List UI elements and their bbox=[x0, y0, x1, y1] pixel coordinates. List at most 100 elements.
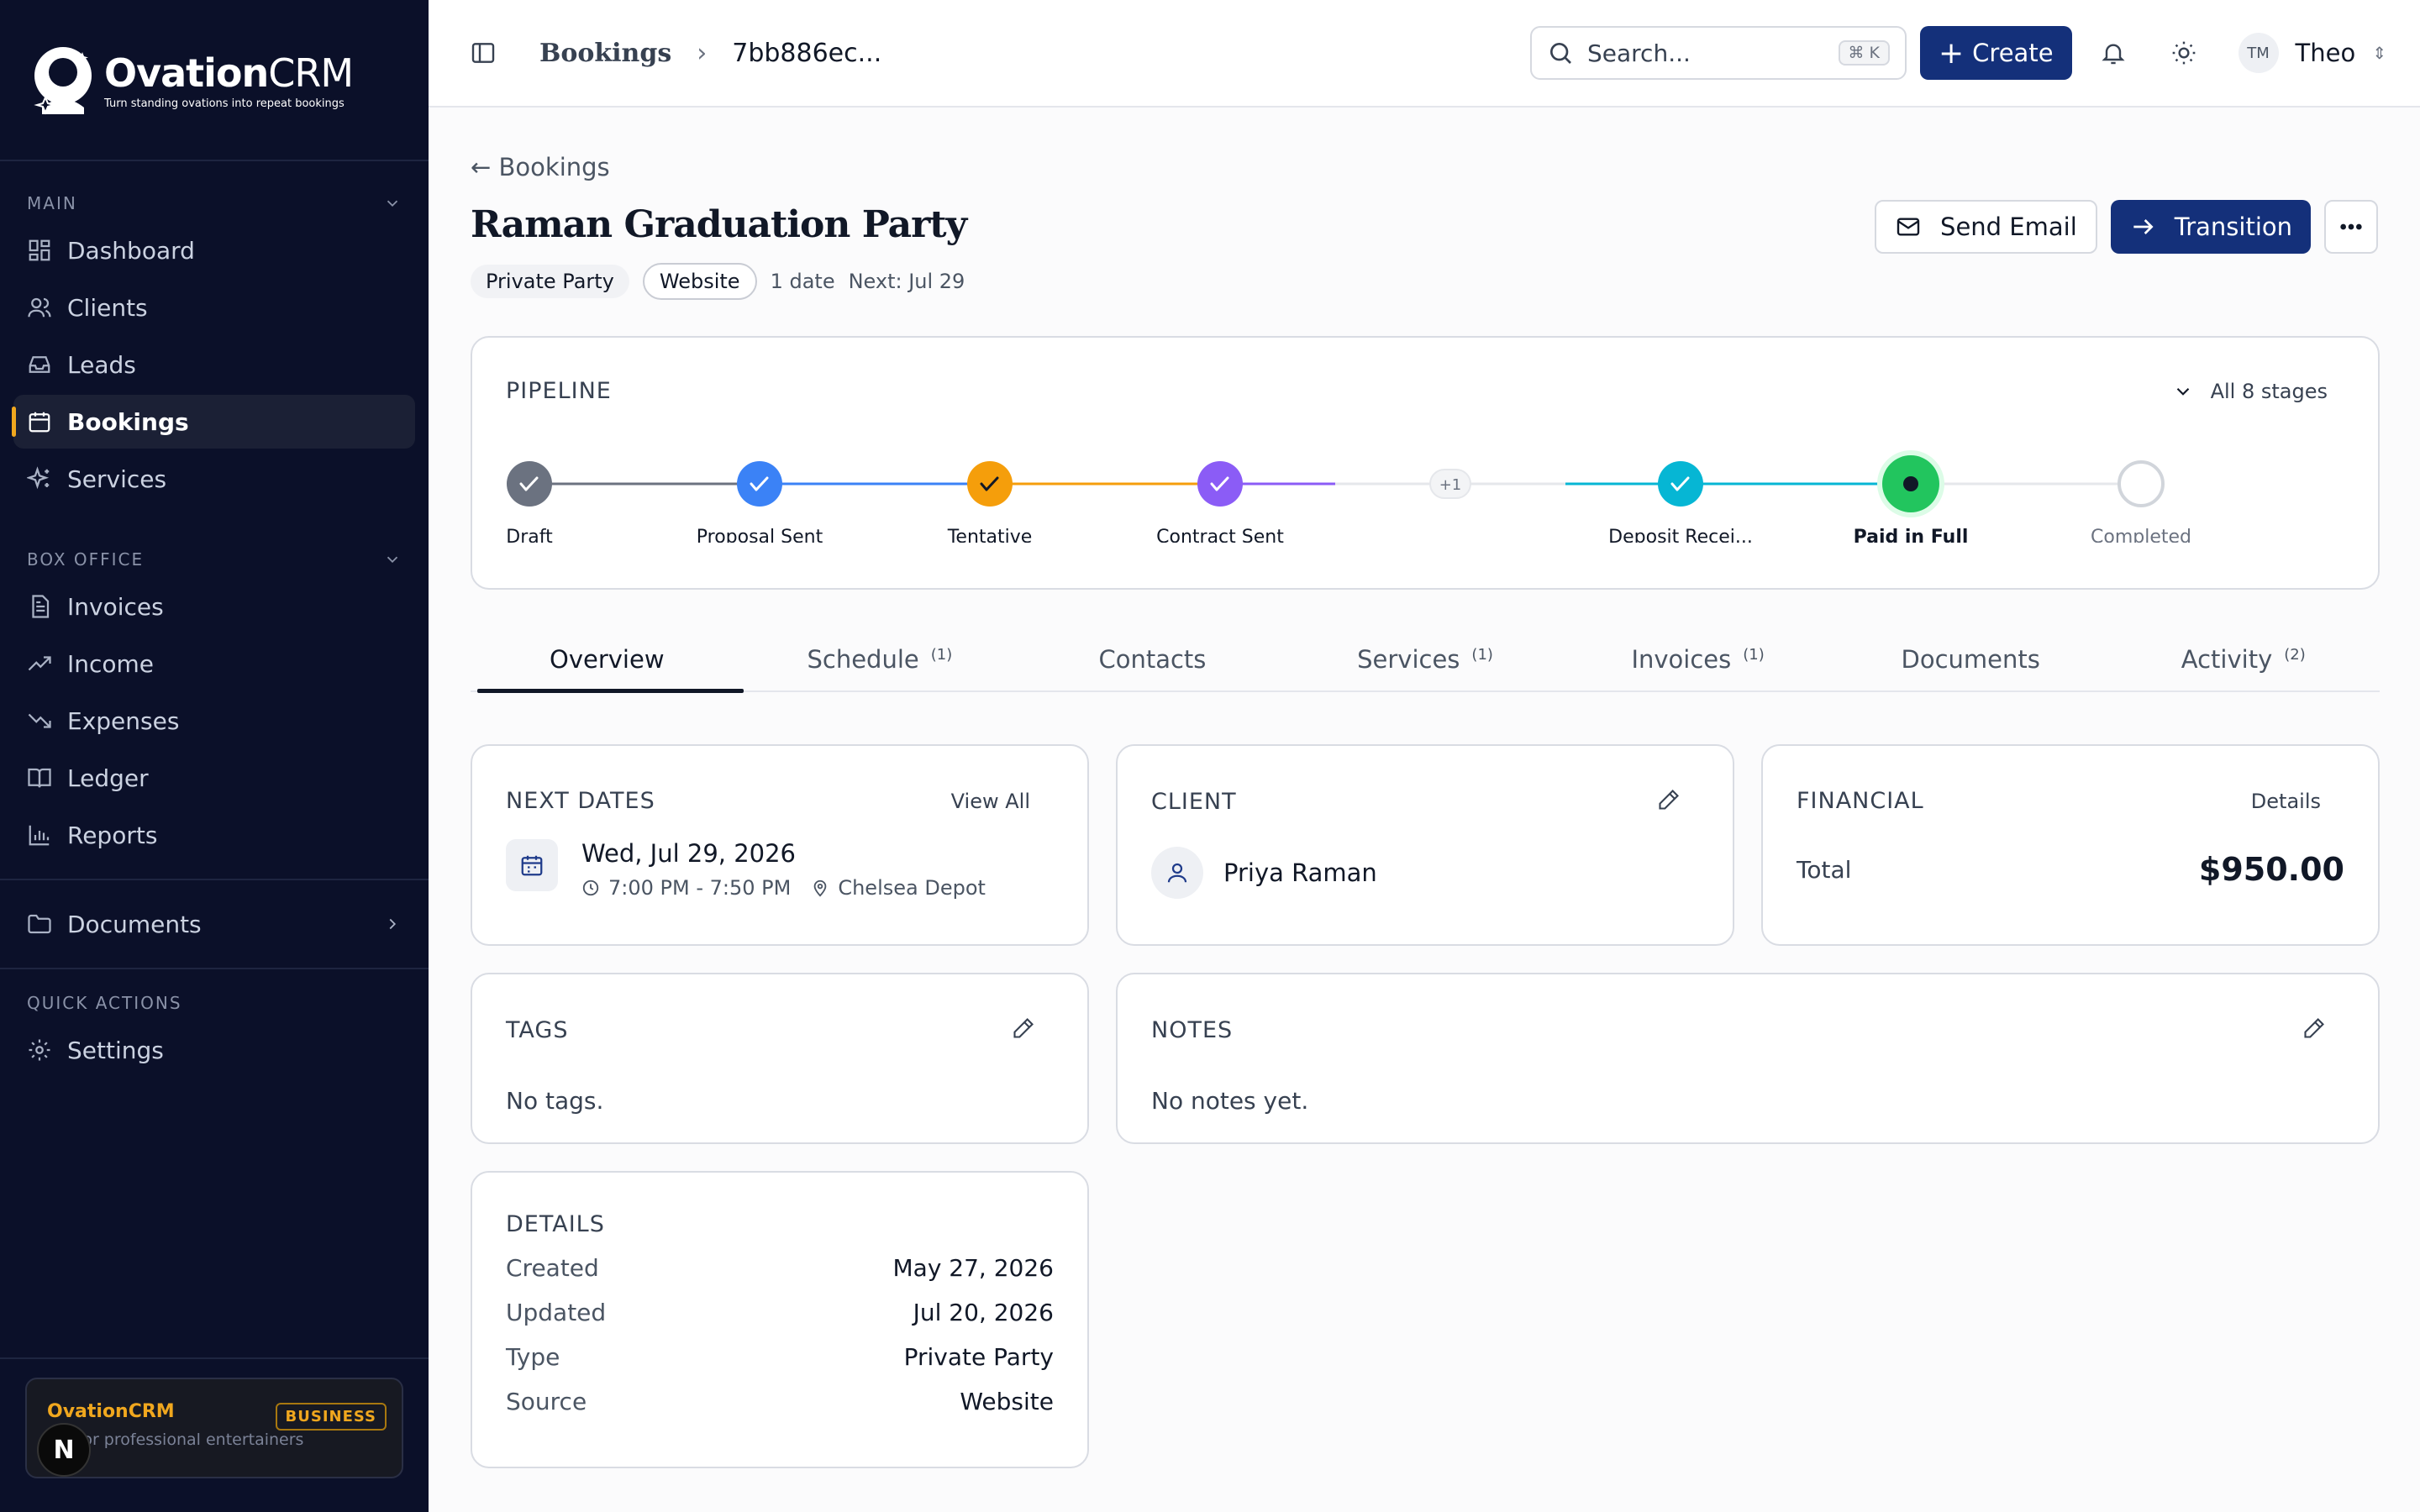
card-title: TAGS bbox=[506, 1016, 569, 1043]
sidebar-item-reports[interactable]: Reports bbox=[13, 808, 415, 862]
card-title: NOTES bbox=[1151, 1016, 1234, 1043]
pipeline-stage-label: Paid in Full bbox=[1854, 527, 1969, 543]
clock-icon bbox=[582, 879, 599, 896]
section-box-office-header[interactable]: BOX OFFICE bbox=[13, 543, 415, 576]
tab-invoices[interactable]: Invoices (1) bbox=[1561, 622, 1834, 690]
detail-row: Source Website bbox=[506, 1388, 1054, 1415]
theme-toggle-button[interactable] bbox=[2163, 32, 2205, 74]
hidden-stages-pill[interactable]: +1 bbox=[1429, 469, 1471, 499]
notes-empty-state: No notes yet. bbox=[1151, 1087, 1309, 1115]
pipeline-stage-label: Completed bbox=[2091, 527, 2191, 543]
card-title: DETAILS bbox=[506, 1211, 605, 1237]
folder-icon bbox=[28, 914, 51, 934]
sidebar-divider bbox=[0, 879, 429, 880]
tags-card: TAGS No tags. bbox=[471, 973, 1089, 1144]
sidebar-item-documents[interactable]: Documents bbox=[13, 897, 415, 951]
send-email-button[interactable]: Send Email bbox=[1875, 200, 2097, 254]
sidebar-item-label: Documents bbox=[67, 910, 202, 938]
client-name: Priya Raman bbox=[1223, 858, 1377, 887]
edit-tags-button[interactable] bbox=[1012, 1016, 1054, 1043]
search-input[interactable]: Search... ⌘ K bbox=[1530, 26, 1907, 80]
sidebar-item-settings[interactable]: Settings bbox=[13, 1023, 415, 1077]
notifications-button[interactable] bbox=[2092, 32, 2134, 74]
dev-tools-badge[interactable]: N bbox=[37, 1423, 91, 1477]
more-actions-button[interactable] bbox=[2324, 200, 2378, 254]
tab-documents[interactable]: Documents bbox=[1834, 622, 2107, 690]
pencil-icon bbox=[1013, 1018, 1034, 1038]
search-placeholder: Search... bbox=[1587, 39, 1691, 67]
sparkles-icon bbox=[27, 466, 50, 490]
view-all-link[interactable]: View All bbox=[951, 790, 1030, 813]
send-email-label: Send Email bbox=[1940, 213, 2077, 241]
tab-services[interactable]: Services (1) bbox=[1289, 622, 1562, 690]
pipeline-stage[interactable]: Deposit Recei... bbox=[1608, 461, 1753, 548]
pipeline-stage[interactable]: Completed bbox=[2091, 460, 2191, 548]
edit-notes-button[interactable] bbox=[2302, 1016, 2344, 1043]
pipeline-stage[interactable]: Draft bbox=[506, 461, 553, 548]
sidebar-item-expenses[interactable]: Expenses bbox=[13, 694, 415, 748]
main-content: Bookings › 7bb886ec... Search... ⌘ K + C… bbox=[429, 0, 2420, 1512]
sidebar-item-ledger[interactable]: Ledger bbox=[13, 751, 415, 805]
tab-overview[interactable]: Overview bbox=[471, 622, 744, 693]
calendar-icon bbox=[29, 412, 50, 433]
next-date-label: Next: Jul 29 bbox=[848, 270, 965, 293]
sidebar-item-label: Clients bbox=[67, 293, 148, 322]
pipeline-stage[interactable]: Proposal Sent bbox=[697, 461, 823, 548]
notes-card: NOTES No notes yet. bbox=[1116, 973, 2380, 1144]
pipeline-stage[interactable]: Contract Sent bbox=[1156, 461, 1284, 548]
tab-count: (1) bbox=[1743, 646, 1765, 664]
transition-button[interactable]: Transition bbox=[2110, 200, 2311, 254]
sidebar-item-label: Ledger bbox=[67, 764, 149, 792]
create-button[interactable]: + Create bbox=[1920, 26, 2072, 80]
pipeline-stage[interactable]: Paid in Full bbox=[1854, 450, 1969, 548]
all-stages-label: All 8 stages bbox=[2210, 379, 2328, 403]
pipeline-stage-label: Deposit Recei... bbox=[1608, 527, 1753, 543]
client-link[interactable]: Priya Raman bbox=[1151, 847, 1699, 899]
plan-card[interactable]: OvationCRM RM for professional entertain… bbox=[25, 1378, 403, 1478]
map-pin-icon bbox=[813, 879, 827, 897]
plus-icon: + bbox=[1939, 35, 1965, 71]
sidebar: OvationCRM Turn standing ovations into r… bbox=[0, 0, 429, 1512]
source-badge: Website bbox=[642, 263, 757, 300]
sidebar-item-clients[interactable]: Clients bbox=[13, 281, 415, 334]
sidebar-item-bookings[interactable]: Bookings bbox=[12, 395, 415, 449]
avatar: TM bbox=[2238, 33, 2279, 73]
all-stages-toggle[interactable]: All 8 stages bbox=[2172, 380, 2328, 403]
card-title: CLIENT bbox=[1151, 788, 1237, 815]
section-main-header[interactable]: MAIN bbox=[13, 186, 415, 220]
tab-count: (2) bbox=[2284, 646, 2306, 664]
sidebar-item-services[interactable]: Services bbox=[13, 452, 415, 506]
chevron-right-icon: › bbox=[697, 38, 708, 68]
chevron-down-icon bbox=[387, 200, 398, 207]
tab-contacts[interactable]: Contacts bbox=[1016, 622, 1289, 690]
arrow-right-icon bbox=[2133, 219, 2154, 234]
transition-label: Transition bbox=[2174, 213, 2292, 241]
bell-icon bbox=[2101, 44, 2125, 65]
sidebar-item-label: Income bbox=[67, 649, 155, 678]
create-button-label: Create bbox=[1972, 39, 2054, 67]
tab-activity[interactable]: Activity (2) bbox=[2107, 622, 2380, 690]
pipeline-track: +1 Draft Proposal Sent Tentative Contract Se… bbox=[506, 442, 2344, 548]
edit-client-button[interactable] bbox=[1657, 788, 1699, 815]
sidebar-item-leads[interactable]: Leads bbox=[13, 338, 415, 391]
sidebar-divider bbox=[0, 1357, 429, 1359]
search-icon bbox=[1550, 43, 1571, 64]
mail-icon bbox=[1897, 218, 1920, 236]
user-menu[interactable]: TM Theo ⇕ bbox=[2238, 33, 2386, 73]
back-link[interactable]: ← Bookings bbox=[471, 153, 2378, 181]
brand-logo[interactable]: OvationCRM Turn standing ovations into r… bbox=[0, 0, 429, 161]
client-card: CLIENT Priya Raman bbox=[1116, 744, 1734, 946]
date-count: 1 date bbox=[770, 270, 835, 293]
sidebar-item-income[interactable]: Income bbox=[13, 637, 415, 690]
breadcrumb-bookings-link[interactable]: Bookings bbox=[539, 39, 671, 68]
sidebar-item-invoices[interactable]: Invoices bbox=[13, 580, 415, 633]
sidebar-toggle-button[interactable] bbox=[462, 32, 504, 74]
tab-schedule[interactable]: Schedule (1) bbox=[744, 622, 1017, 690]
sidebar-item-label: Bookings bbox=[67, 407, 189, 436]
pipeline-stage[interactable]: Tentative bbox=[947, 461, 1033, 548]
section-title: BOX OFFICE bbox=[27, 549, 145, 570]
sidebar-item-dashboard[interactable]: Dashboard bbox=[13, 223, 415, 277]
date-item[interactable]: Wed, Jul 29, 2026 7:00 PM - 7:50 PM Chel… bbox=[506, 839, 1054, 900]
chevron-up-down-icon: ⇕ bbox=[2372, 43, 2386, 63]
financial-details-link[interactable]: Details bbox=[2251, 790, 2321, 813]
